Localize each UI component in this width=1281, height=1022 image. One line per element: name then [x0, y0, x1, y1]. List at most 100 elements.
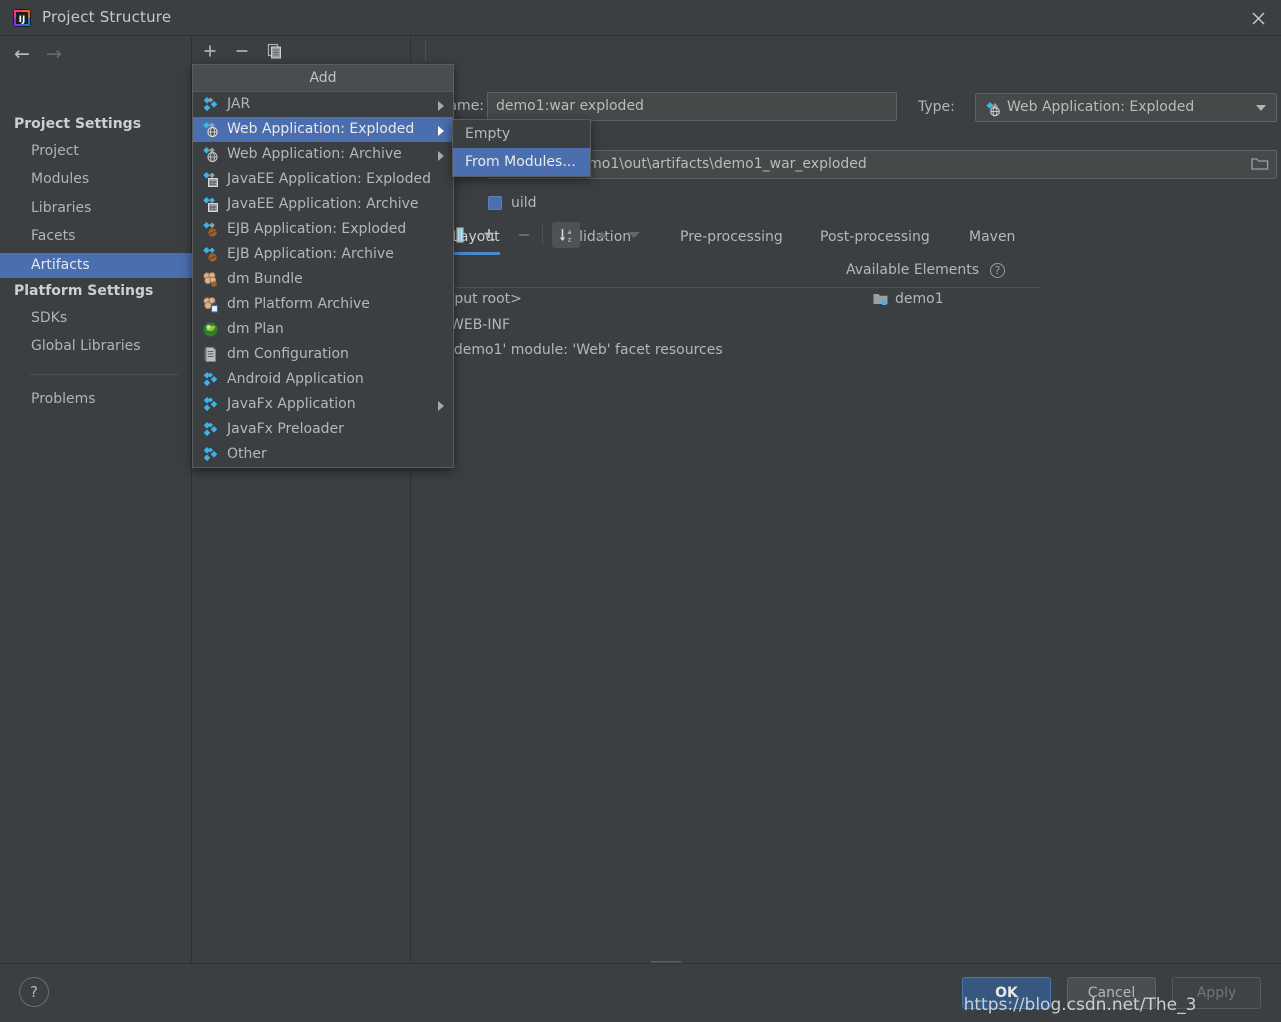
apply-button[interactable]: Apply	[1172, 977, 1261, 1009]
sidebar-item-facets[interactable]: Facets	[0, 224, 192, 249]
forward-arrow-icon[interactable]: →	[40, 44, 68, 66]
layout-toolbar-divider	[542, 225, 543, 245]
sidebar-item-global-libraries[interactable]: Global Libraries	[0, 334, 192, 359]
available-elements-label: Available Elements	[846, 262, 980, 278]
menu-item-label: Web Application: Archive	[227, 146, 402, 162]
available-elements-help-icon[interactable]: ?	[990, 263, 1005, 278]
web-exploded-icon	[985, 100, 1001, 127]
include-in-build-checkbox[interactable]	[488, 196, 502, 210]
menu-item-jar[interactable]: JAR	[193, 92, 453, 117]
remove-artifact-button[interactable]	[229, 39, 255, 63]
menu-item-label: EJB Application: Archive	[227, 246, 394, 262]
facet-resources-label: 'demo1' module: 'Web' facet resources	[450, 342, 723, 358]
dm-bundle-icon	[202, 271, 219, 288]
javafx-preloader-icon	[202, 421, 219, 438]
move-down-icon[interactable]	[620, 222, 648, 248]
artifacts-toolbar	[193, 36, 1281, 67]
menu-item-android-application[interactable]: Android Application	[193, 367, 453, 392]
sidebar-item-sdks[interactable]: SDKs	[0, 306, 192, 331]
add-element-icon[interactable]	[478, 222, 506, 248]
menu-item-web-application-exploded[interactable]: Web Application: Exploded	[193, 117, 453, 142]
sidebar-item-artifacts[interactable]: Artifacts	[0, 253, 192, 278]
sidebar-item-libraries[interactable]: Libraries	[0, 196, 192, 221]
submenu-arrow-icon	[438, 101, 444, 111]
include-in-build-label: uild	[511, 195, 537, 211]
back-arrow-icon[interactable]: ←	[8, 44, 36, 66]
move-up-icon[interactable]	[588, 222, 616, 248]
type-label: Type:	[918, 99, 955, 115]
svg-text:IJ: IJ	[19, 15, 26, 25]
menu-item-label: dm Configuration	[227, 346, 349, 362]
menu-item-dm-bundle[interactable]: dm Bundle	[193, 267, 453, 292]
remove-element-icon[interactable]	[510, 222, 538, 248]
ok-button[interactable]: OK	[962, 977, 1051, 1009]
cancel-button[interactable]: Cancel	[1067, 977, 1156, 1009]
menu-item-label: dm Platform Archive	[227, 296, 370, 312]
available-tree-row-demo1[interactable]: demo1	[873, 291, 944, 310]
layout-toolbar: a z	[430, 222, 1050, 250]
copy-artifact-button[interactable]	[262, 39, 288, 63]
window-title: Project Structure	[42, 8, 172, 26]
svg-text:z: z	[567, 235, 571, 243]
menu-item-label: JavaEE Application: Archive	[227, 196, 419, 212]
tree-row-facet-resources[interactable]: 'demo1' module: 'Web' facet resources	[436, 342, 723, 361]
menu-item-label: JAR	[227, 96, 251, 112]
menu-item-javafx-preloader[interactable]: JavaFx Preloader	[193, 417, 453, 442]
output-directory-input[interactable]: \Java2021\demo1\out\artifacts\demo1_war_…	[487, 150, 1277, 179]
jar-icon	[202, 96, 219, 113]
svg-text:EE: EE	[210, 181, 216, 187]
submenu-item-empty[interactable]: Empty	[453, 120, 590, 148]
web-exploded-icon	[202, 121, 219, 138]
dm-platform-icon	[202, 296, 219, 313]
browse-folder-icon[interactable]	[1250, 155, 1272, 176]
artifact-type-combobox[interactable]: Web Application: Exploded	[975, 93, 1277, 122]
menu-item-dm-configuration[interactable]: dm Configuration	[193, 342, 453, 367]
help-button[interactable]: ?	[19, 977, 49, 1007]
menu-item-label: dm Plan	[227, 321, 284, 337]
intellij-idea-icon: IJ	[12, 8, 32, 28]
other-icon	[202, 446, 219, 463]
submenu-item-from-modules[interactable]: From Modules...	[453, 148, 590, 176]
javaee-exploded-icon: EE	[202, 171, 219, 188]
add-artifact-button[interactable]	[197, 39, 223, 63]
artifact-name-input[interactable]: demo1:war exploded	[487, 92, 897, 121]
web-archive-icon	[202, 146, 219, 163]
include-in-build-checkbox-row[interactable]: uild	[488, 195, 537, 211]
menu-item-ejb-application-exploded[interactable]: EJB Application: Exploded	[193, 217, 453, 242]
submenu-arrow-icon	[438, 401, 444, 411]
dm-plan-icon	[202, 321, 219, 338]
module-folder-icon	[873, 292, 889, 310]
add-menu-title: Add	[193, 65, 453, 92]
menu-item-label: EJB Application: Exploded	[227, 221, 407, 237]
menu-item-javaee-application-exploded[interactable]: EE JavaEE Application: Exploded	[193, 167, 453, 192]
android-icon	[202, 371, 219, 388]
sidebar-group-project-settings: Project Settings	[14, 116, 142, 132]
menu-item-label: Android Application	[227, 371, 364, 387]
add-artifact-menu: Add JAR Web Application: Exploded Web Ap…	[192, 64, 454, 468]
menu-item-ejb-application-archive[interactable]: EJB Application: Archive	[193, 242, 453, 267]
menu-item-web-application-archive[interactable]: Web Application: Archive	[193, 142, 453, 167]
menu-item-label: JavaFx Preloader	[227, 421, 344, 437]
submenu-arrow-icon	[438, 126, 444, 136]
javaee-archive-icon: EE	[202, 196, 219, 213]
svg-text:EE: EE	[210, 206, 216, 212]
menu-item-javafx-application[interactable]: JavaFx Application	[193, 392, 453, 417]
sidebar-item-problems[interactable]: Problems	[0, 387, 192, 412]
sort-alpha-icon[interactable]: a z	[552, 222, 580, 248]
available-demo1-label: demo1	[895, 291, 944, 307]
close-icon[interactable]	[1235, 0, 1281, 36]
menu-item-other[interactable]: Other	[193, 442, 453, 467]
sidebar-item-modules[interactable]: Modules	[0, 167, 192, 192]
ejb-exploded-icon	[202, 221, 219, 238]
menu-item-label: JavaEE Application: Exploded	[227, 171, 431, 187]
chevron-down-icon[interactable]	[1256, 105, 1266, 111]
sidebar-item-project[interactable]: Project	[0, 139, 192, 164]
sidebar-divider	[30, 374, 178, 375]
menu-item-label: dm Bundle	[227, 271, 303, 287]
toolbar-divider	[425, 40, 426, 62]
menu-item-dm-plan[interactable]: dm Plan	[193, 317, 453, 342]
menu-item-label: Other	[227, 446, 267, 462]
menu-item-javaee-application-archive[interactable]: EE JavaEE Application: Archive	[193, 192, 453, 217]
menu-item-dm-platform-archive[interactable]: dm Platform Archive	[193, 292, 453, 317]
menu-item-label: Web Application: Exploded	[227, 121, 415, 137]
